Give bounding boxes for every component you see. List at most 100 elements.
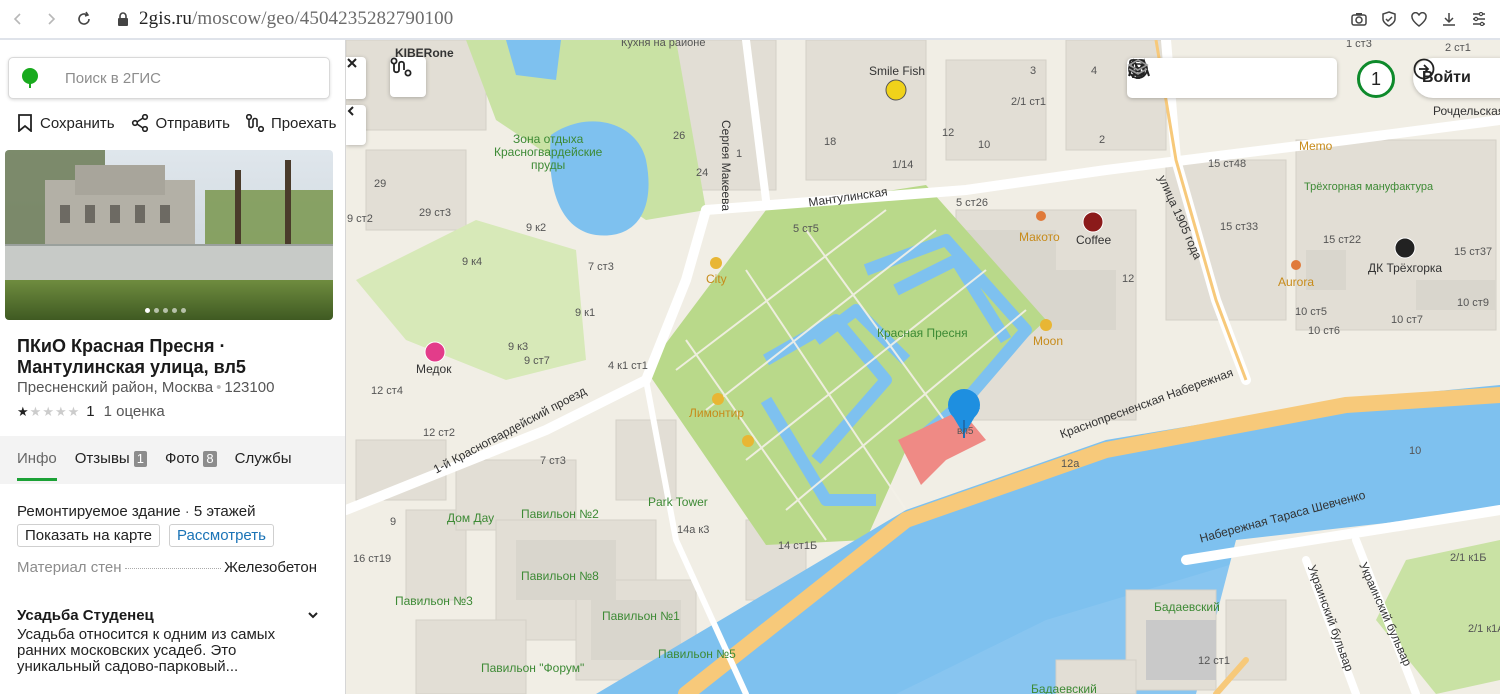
map-label[interactable]: Павильон №2 [521,507,599,521]
map-label[interactable]: вл5 [957,426,973,437]
house-number: 10 ст5 [1295,306,1327,318]
map-label[interactable]: Memo [1299,139,1332,153]
rating-count[interactable]: 1 оценка [104,403,165,420]
pager-dot[interactable] [154,308,159,313]
rating-value: 1 [86,403,95,420]
map-label[interactable]: Лимонтир [689,406,744,420]
house-number: 12 ст4 [371,385,403,397]
house-number: 16 ст19 [353,553,392,565]
chevron-down-icon[interactable] [306,608,320,622]
map-label[interactable]: Smile Fish [869,64,925,78]
house-number: 5 ст26 [956,197,988,209]
atm-layer-button[interactable] [1128,59,1287,93]
house-number: 9 ст7 [524,355,550,367]
camera-icon[interactable] [1346,6,1372,32]
tab-services[interactable]: Службы [235,450,292,481]
zoom-indicator[interactable]: 1 [1357,60,1395,98]
house-number: 2 ст1 [1445,42,1471,54]
map-label[interactable]: Павильон "Форум" [481,661,584,675]
collapse-panel-button[interactable] [346,105,366,145]
district: Пресненский район, Москва [17,379,214,396]
heart-icon[interactable] [1406,6,1432,32]
back-button[interactable] [3,4,33,34]
house-number: 10 [978,139,991,151]
search-box[interactable] [8,57,330,99]
map-label[interactable]: Медок [416,362,451,376]
house-number: 10 [1409,445,1422,457]
map-label[interactable]: Moon [1033,334,1063,348]
download-icon[interactable] [1436,6,1462,32]
route-button[interactable]: Проехать [245,114,336,132]
map-label[interactable]: Coffee [1076,233,1111,247]
forward-button[interactable] [36,4,66,34]
map-label[interactable]: Бадаевский [1154,600,1220,614]
house-number: 7 ст3 [588,261,614,273]
map-label[interactable]: Павильон №8 [521,569,599,583]
address-bar[interactable]: 2gis.ru/moscow/geo/4504235282790100 [139,8,453,30]
house-number: 29 ст3 [419,207,451,219]
pager-dot[interactable] [163,308,168,313]
map-label[interactable]: ДК Трёхгорка [1368,261,1442,275]
map-label[interactable]: Павильон №1 [602,609,680,623]
map-label[interactable]: Бадаевский [1031,682,1097,694]
map-label[interactable]: Кухня на районе [621,40,705,49]
tab-photos[interactable]: Фото 8 [165,450,217,481]
menu-icon[interactable] [1466,6,1492,32]
shield-check-icon[interactable] [1376,6,1402,32]
dotted-leader [124,568,222,569]
metro-layer-button[interactable] [1128,58,1207,93]
transport-layer-button[interactable] [1129,59,1247,93]
place-address: Пресненский район, Москва • 123100 [17,379,275,396]
share-button[interactable]: Отправить [131,114,230,132]
directions-button[interactable] [390,57,426,97]
map[interactable]: KIBERone Кухня на районе Smile Fish Зона… [346,40,1500,694]
house-number: 18 [824,136,837,148]
map-label[interactable]: Aurora [1278,275,1314,289]
house-number: 15 ст33 [1220,221,1259,233]
lock-icon[interactable] [117,11,131,27]
street-label[interactable]: Рочдельская [1433,104,1500,118]
map-label[interactable]: Зона отдыха Красногвардейские пруды [494,133,602,172]
save-button[interactable]: Сохранить [17,114,115,132]
house-number: 15 ст48 [1208,158,1247,170]
map-label[interactable]: Park Tower [648,495,708,509]
map-label[interactable]: City [706,272,727,286]
layers-icon [1127,59,1149,75]
pager-dot[interactable] [181,308,186,313]
rating[interactable]: ★ ★ ★ ★ ★ 1 1 оценка [17,403,165,420]
pager-dot[interactable] [172,308,177,313]
login-icon [1413,58,1435,80]
count-badge: 8 [203,450,217,467]
layers-button[interactable] [1127,59,1326,93]
share-label: Отправить [155,114,230,132]
map-label[interactable]: Красная Пресня [877,326,968,340]
street-label[interactable]: Сергея Макеева [719,120,733,211]
house-number: 12 [1122,273,1135,285]
map-label[interactable]: Павильон №5 [658,647,736,661]
tab-label: Фото [164,450,200,467]
map-label[interactable]: Макото [1019,230,1060,244]
house-number: 5 ст5 [793,223,819,235]
login-button[interactable]: Войти [1413,58,1500,98]
show-on-map-button[interactable]: Показать на карте [17,524,161,547]
map-label[interactable]: Трёхгорная мануфактура [1304,181,1433,193]
tab-reviews[interactable]: Отзывы 1 [75,450,147,481]
building-info: Ремонтируемое здание · 5 этажей [17,503,256,520]
reload-button[interactable] [69,4,99,34]
house-number: 9 к2 [526,222,547,234]
search-input[interactable] [65,69,295,87]
place-photo[interactable] [5,150,333,320]
map-label[interactable]: Павильон №3 [395,594,473,608]
photo-pager[interactable] [145,308,186,313]
route-icon [245,114,264,132]
map-label[interactable]: Дом Дау [447,511,494,525]
view-button[interactable]: Рассмотреть [169,524,274,547]
arrow-left-icon [13,13,21,25]
house-number: 12a [1061,458,1080,470]
section-title: Усадьба Студенец [17,607,154,624]
tab-info[interactable]: Инфо [17,450,57,481]
house-number: 14а к3 [677,524,710,536]
close-panel-button[interactable] [346,57,366,99]
pager-dot[interactable] [145,308,150,313]
house-number: 9 ст2 [347,213,373,225]
